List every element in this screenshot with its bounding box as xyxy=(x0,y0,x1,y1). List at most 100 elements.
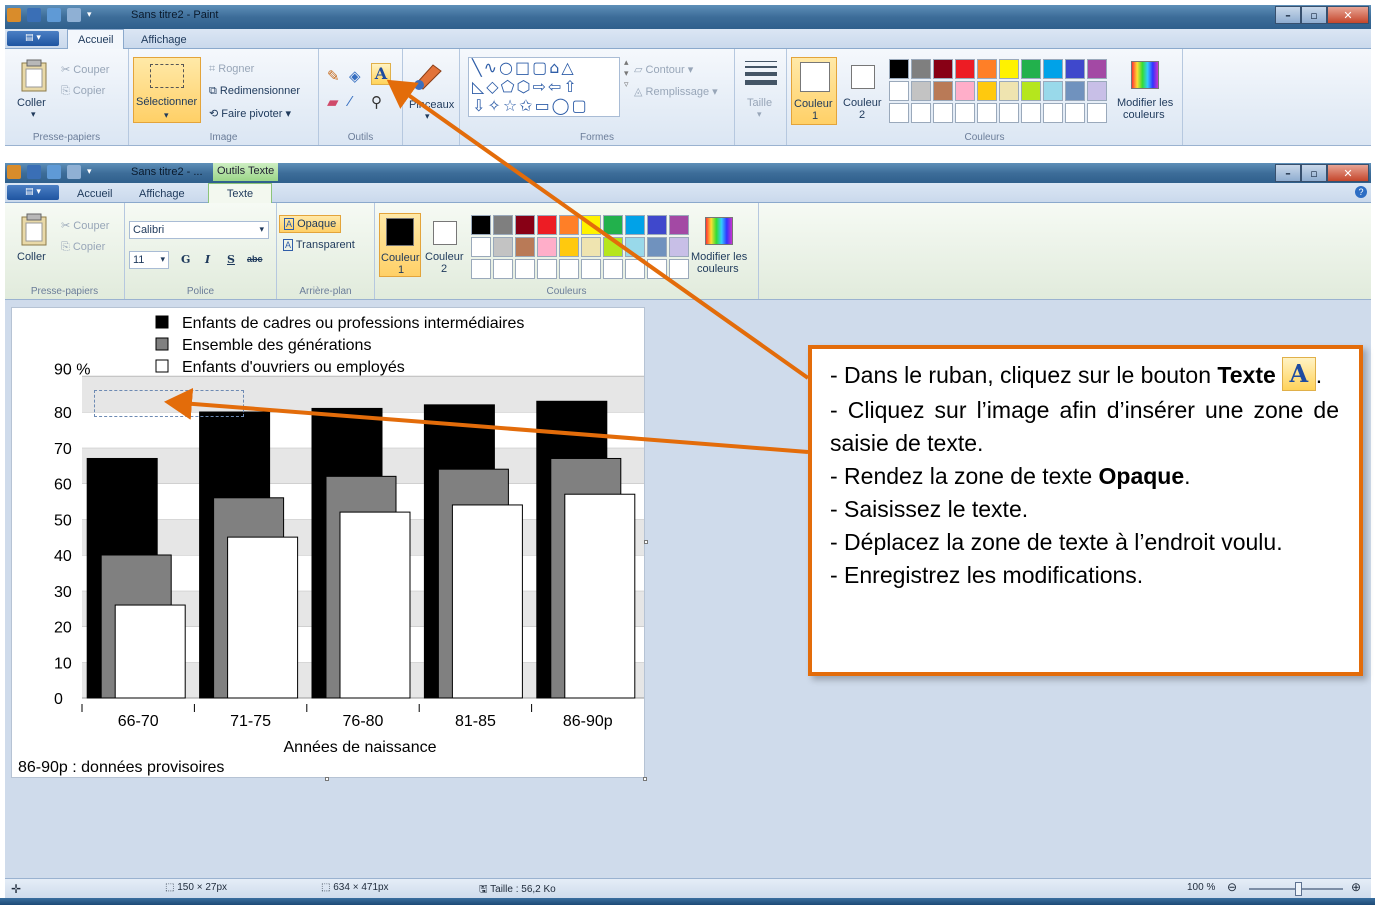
palette-empty-swatch[interactable] xyxy=(471,259,491,279)
palette-empty-swatch[interactable] xyxy=(1043,103,1063,123)
maximize-button[interactable]: ▫ xyxy=(1301,6,1327,24)
palette-swatch[interactable] xyxy=(1043,81,1063,101)
minimize-button[interactable]: – xyxy=(1275,6,1301,24)
edit-colors-button[interactable]: Modifier les couleurs xyxy=(1117,57,1177,125)
outline-button[interactable]: ▱ Contour ▾ xyxy=(634,63,693,76)
tab-affichage-2[interactable]: Affichage xyxy=(129,185,195,203)
color2-button[interactable]: Couleur 2 xyxy=(839,57,885,125)
palette-swatch[interactable] xyxy=(977,81,997,101)
save-icon-2[interactable] xyxy=(27,165,41,179)
shapes-scroll-icon[interactable]: ▴ ▾ ▿ xyxy=(624,57,629,90)
tab-accueil-2[interactable]: Accueil xyxy=(67,185,122,203)
transparent-button[interactable]: A Transparent xyxy=(283,239,355,251)
zoom-slider-thumb[interactable] xyxy=(1294,882,1302,896)
brushes-button[interactable]: Pinceaux ▾ xyxy=(405,55,454,135)
palette-empty-swatch[interactable] xyxy=(515,259,535,279)
palette-swatch[interactable] xyxy=(889,81,909,101)
color-picker-icon[interactable]: ⁄ xyxy=(349,93,352,110)
palette-swatch[interactable] xyxy=(1065,59,1085,79)
cut-button[interactable]: ✂ Couper xyxy=(61,63,109,76)
paste-icon[interactable] xyxy=(19,59,49,93)
palette-swatch[interactable] xyxy=(999,81,1019,101)
paste-dropdown-icon[interactable]: ▾ xyxy=(31,109,36,120)
palette-swatch[interactable] xyxy=(471,215,491,235)
select-button[interactable]: Sélectionner ▾ xyxy=(133,57,201,123)
palette-empty-swatch[interactable] xyxy=(1065,103,1085,123)
font-family-select[interactable]: Calibri ▾ xyxy=(129,221,269,239)
redo-icon-2[interactable] xyxy=(67,165,81,179)
undo-icon-2[interactable] xyxy=(47,165,61,179)
close-button-2[interactable]: ✕ xyxy=(1327,164,1369,182)
opaque-button[interactable]: A Opaque xyxy=(279,215,342,233)
customize-toolbar-icon[interactable]: ▾ xyxy=(87,10,92,20)
palette-empty-swatch[interactable] xyxy=(581,259,601,279)
palette-empty-swatch[interactable] xyxy=(889,103,909,123)
palette-swatch[interactable] xyxy=(625,215,645,235)
paste-icon-2[interactable] xyxy=(19,213,49,247)
paint-app-icon-2[interactable] xyxy=(7,165,21,179)
font-size-select[interactable]: 11 ▾ xyxy=(129,251,169,269)
palette-swatch[interactable] xyxy=(559,215,579,235)
palette-swatch[interactable] xyxy=(559,237,579,257)
palette-empty-swatch[interactable] xyxy=(625,259,645,279)
minimize-button-2[interactable]: – xyxy=(1275,164,1301,182)
maximize-button-2[interactable]: ▫ xyxy=(1301,164,1327,182)
resize-button[interactable]: ⧉ Redimensionner xyxy=(209,85,300,98)
palette-empty-swatch[interactable] xyxy=(933,103,953,123)
size-icon[interactable] xyxy=(745,61,777,85)
text-insertion-box[interactable] xyxy=(94,390,244,417)
canvas-resize-handle-right[interactable] xyxy=(644,540,648,544)
palette-swatch[interactable] xyxy=(977,59,997,79)
palette-swatch[interactable] xyxy=(603,237,623,257)
edit-colors-button-2[interactable]: Modifier les couleurs xyxy=(691,213,753,277)
copy-button[interactable]: ⎘ Copier xyxy=(61,85,105,98)
fill-bucket-icon[interactable]: ◈ xyxy=(349,67,361,85)
tab-accueil[interactable]: Accueil xyxy=(67,29,125,50)
palette-empty-swatch[interactable] xyxy=(1021,103,1041,123)
palette-empty-swatch[interactable] xyxy=(647,259,667,279)
underline-button[interactable]: S xyxy=(227,253,235,266)
palette-swatch[interactable] xyxy=(647,215,667,235)
palette-swatch[interactable] xyxy=(537,215,557,235)
magnifier-icon[interactable]: ⚲ xyxy=(371,93,382,111)
text-tool-button[interactable]: A xyxy=(371,63,391,85)
palette-swatch[interactable] xyxy=(669,215,689,235)
palette-swatch[interactable] xyxy=(625,237,645,257)
palette-swatch[interactable] xyxy=(603,215,623,235)
palette-swatch[interactable] xyxy=(911,81,931,101)
paint-menu-button[interactable]: ▤ ▾ xyxy=(7,31,59,46)
zoom-slider[interactable] xyxy=(1249,882,1343,896)
palette-swatch[interactable] xyxy=(1065,81,1085,101)
palette-swatch[interactable] xyxy=(955,59,975,79)
palette-swatch[interactable] xyxy=(955,81,975,101)
paint-app-icon[interactable] xyxy=(7,8,21,22)
palette-empty-swatch[interactable] xyxy=(537,259,557,279)
paste-button-2[interactable]: Coller xyxy=(17,251,46,263)
italic-button[interactable]: I xyxy=(205,253,210,266)
palette-empty-swatch[interactable] xyxy=(669,259,689,279)
save-icon[interactable] xyxy=(27,8,41,22)
paste-button[interactable]: Coller xyxy=(17,97,46,109)
palette-swatch[interactable] xyxy=(537,237,557,257)
palette-swatch[interactable] xyxy=(515,237,535,257)
palette-swatch[interactable] xyxy=(933,59,953,79)
palette-swatch[interactable] xyxy=(1021,81,1041,101)
tab-texte[interactable]: Texte xyxy=(208,183,272,204)
tab-affichage[interactable]: Affichage xyxy=(131,31,197,49)
pencil-icon[interactable]: ✎ xyxy=(327,67,340,85)
palette-swatch[interactable] xyxy=(889,59,909,79)
palette-empty-swatch[interactable] xyxy=(493,259,513,279)
palette-empty-swatch[interactable] xyxy=(955,103,975,123)
palette-swatch[interactable] xyxy=(493,215,513,235)
palette-swatch[interactable] xyxy=(1087,59,1107,79)
palette-empty-swatch[interactable] xyxy=(603,259,623,279)
customize-toolbar-icon-2[interactable]: ▾ xyxy=(87,167,92,177)
text-color1-button[interactable]: Couleur 1 xyxy=(379,213,421,277)
palette-swatch[interactable] xyxy=(999,59,1019,79)
bold-button[interactable]: G xyxy=(181,253,190,266)
zoom-out-button[interactable]: ⊖ xyxy=(1227,880,1237,894)
palette-swatch[interactable] xyxy=(581,215,601,235)
color1-button[interactable]: Couleur 1 xyxy=(791,57,837,125)
palette-swatch[interactable] xyxy=(471,237,491,257)
undo-icon[interactable] xyxy=(47,8,61,22)
